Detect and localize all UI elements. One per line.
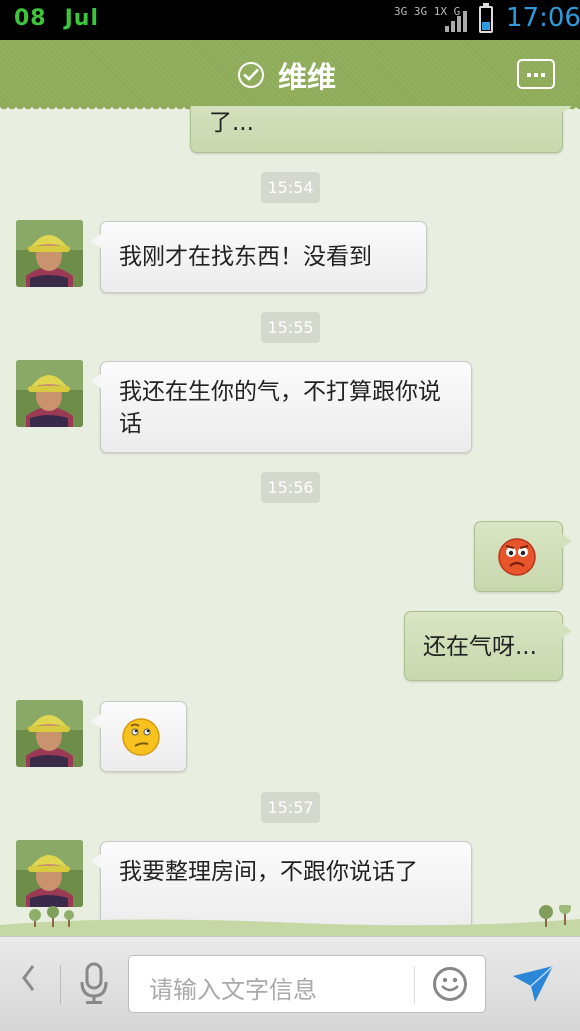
- send-icon: [513, 965, 554, 1002]
- status-time: 17:06: [506, 3, 580, 33]
- timestamp: 15:56: [261, 472, 320, 503]
- status-month: Jul: [64, 6, 100, 31]
- message-bubble-outgoing[interactable]: 还在气呀...: [404, 611, 572, 681]
- message-input[interactable]: 请输入文字信息: [128, 955, 486, 1013]
- status-day: 08: [14, 6, 47, 31]
- message-text: 我要整理房间，不跟你说话了: [119, 859, 418, 885]
- emoji-button[interactable]: [433, 967, 467, 1001]
- status-date: 08 Jul: [14, 6, 99, 31]
- contact-avatar[interactable]: [16, 700, 83, 767]
- message-bubble-outgoing[interactable]: 了...: [190, 106, 572, 153]
- chevron-left-icon: [22, 965, 35, 991]
- message-list[interactable]: 了... 15:54 我刚才在找东西！没看到 15:55 我还在生你的气，不打算…: [0, 106, 580, 936]
- scenery-decoration: [0, 905, 580, 936]
- microphone-icon: [80, 962, 108, 1004]
- timestamp: 15:55: [261, 312, 320, 343]
- message-bubble-incoming[interactable]: 我还在生你的气，不打算跟你说话: [91, 361, 472, 453]
- confused-face-icon: [122, 718, 160, 756]
- message-text: 还在气呀...: [423, 634, 537, 660]
- timestamp: 15:57: [261, 792, 320, 823]
- divider: [60, 965, 61, 1005]
- battery-level: [482, 21, 490, 30]
- input-bar: 请输入文字信息: [0, 936, 580, 1031]
- network-label: 3G: [413, 5, 428, 18]
- message-text: 了...: [209, 110, 254, 136]
- more-menu-button[interactable]: [517, 59, 555, 89]
- voice-button[interactable]: [79, 962, 109, 1010]
- avatar-image: [16, 360, 83, 427]
- avatar-image: [16, 220, 83, 287]
- message-text: 我还在生你的气，不打算跟你说话: [119, 379, 441, 437]
- avatar-image: [16, 840, 83, 907]
- contact-avatar[interactable]: [16, 220, 83, 287]
- contact-avatar[interactable]: [16, 840, 83, 907]
- network-label: 3G: [394, 5, 408, 18]
- message-bubble-outgoing[interactable]: [474, 521, 572, 592]
- battery-icon: [479, 3, 493, 33]
- smiley-icon: [441, 977, 459, 992]
- back-button[interactable]: [20, 963, 36, 1001]
- status-bar: 08 Jul 3G 3G 1X G 17:06: [0, 0, 580, 40]
- chat-title[interactable]: 维维: [278, 54, 336, 96]
- avatar-image: [16, 700, 83, 767]
- message-input-placeholder: 请输入文字信息: [149, 976, 317, 1004]
- signal-icon: [445, 11, 467, 32]
- divider: [414, 966, 415, 1004]
- message-bubble-incoming[interactable]: 我刚才在找东西！没看到: [91, 221, 427, 293]
- send-button[interactable]: [511, 964, 555, 1008]
- message-text: 我刚才在找东西！没看到: [119, 244, 372, 270]
- more-icon-dot: [541, 73, 545, 77]
- chat-header: 维维: [0, 40, 580, 112]
- angry-face-icon: [498, 538, 536, 576]
- message-bubble-incoming[interactable]: [91, 701, 187, 772]
- more-icon: [527, 73, 531, 77]
- contact-avatar[interactable]: [16, 360, 83, 427]
- check-circle-icon: [238, 62, 264, 88]
- more-icon-dot: [534, 73, 538, 77]
- timestamp: 15:54: [261, 172, 320, 203]
